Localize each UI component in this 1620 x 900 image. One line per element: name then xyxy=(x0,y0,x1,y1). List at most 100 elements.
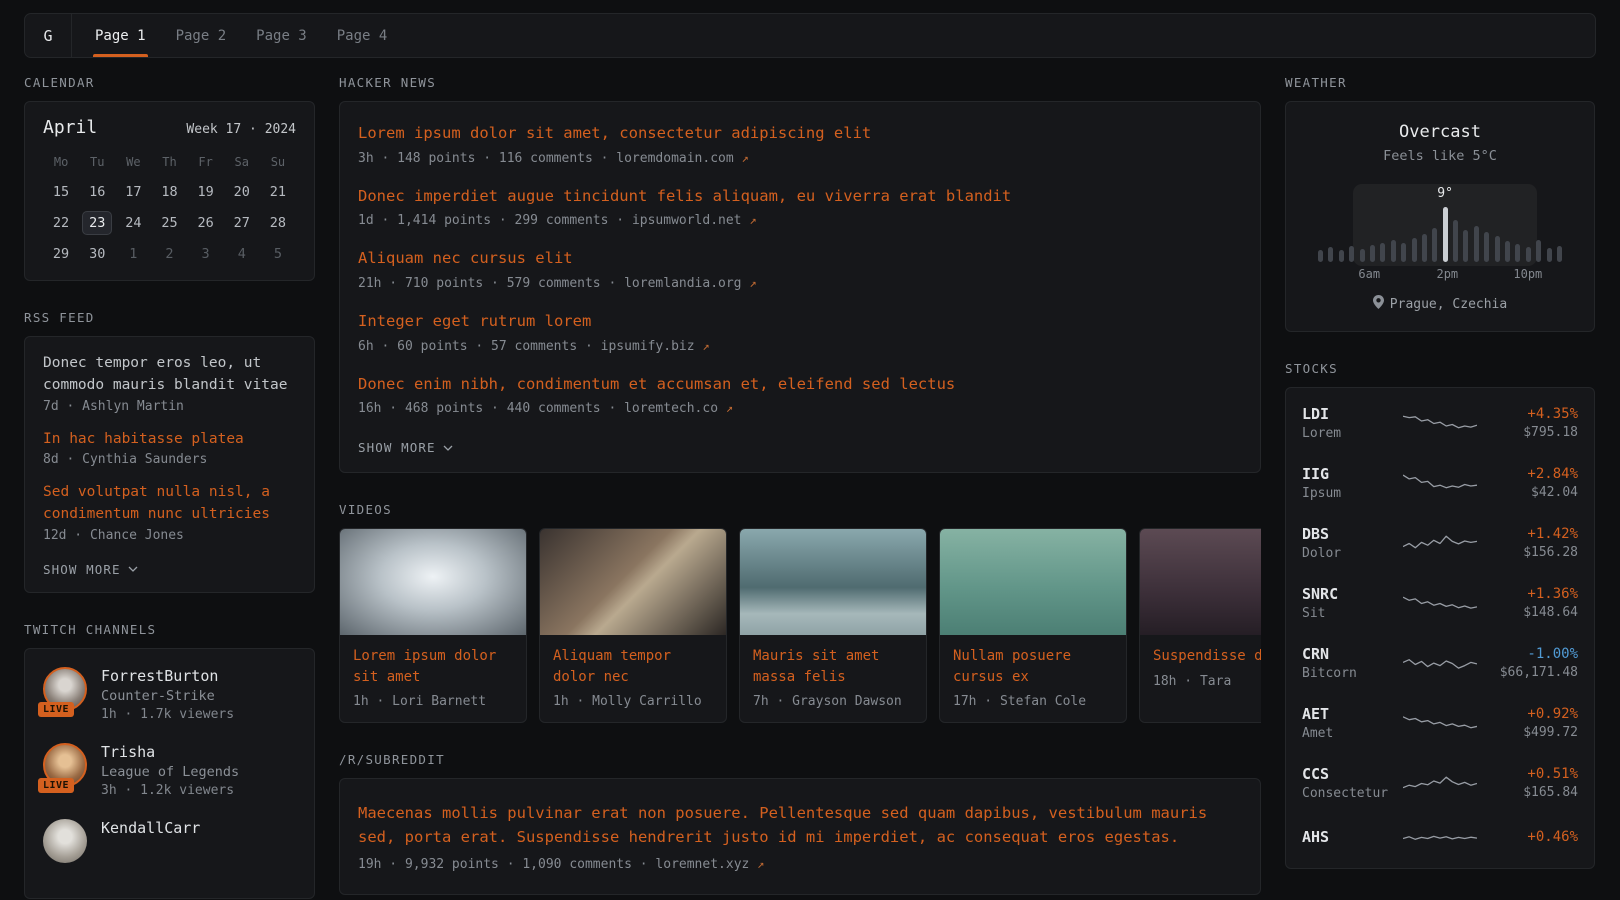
hn-item-title[interactable]: Integer eget rutrum lorem xyxy=(358,311,1242,333)
avatar: LIVE xyxy=(43,743,87,787)
stock-symbol: LDI xyxy=(1302,405,1398,423)
calendar-widget: CALENDAR April Week 17 · 2024 Mo Tu We T… xyxy=(24,75,315,281)
weather-bar xyxy=(1422,234,1427,262)
weather-bar xyxy=(1443,207,1448,262)
stock-name: Ipsum xyxy=(1302,486,1398,501)
hn-item-domain: ipsumworld.net xyxy=(632,213,742,228)
calendar-weekday: Tu xyxy=(79,151,115,173)
calendar-day: 16 xyxy=(82,180,112,204)
channel-name: KendallCarr xyxy=(101,819,200,837)
hn-item-meta: 16h · 468 points · 440 comments · loremt… xyxy=(358,401,1242,416)
video-card[interactable]: Lorem ipsum dolor sit amet consectetu… 1… xyxy=(339,528,527,723)
external-link-icon: ↗ xyxy=(726,401,733,415)
channel-meta: 3h · 1.2k viewers xyxy=(101,783,239,798)
hn-item-domain: ipsumify.biz xyxy=(601,339,695,354)
live-badge: LIVE xyxy=(38,778,74,793)
hn-item-stats: 3h · 148 points · 116 comments · xyxy=(358,151,616,166)
stock-numbers: +4.35% $795.18 xyxy=(1482,406,1578,440)
hn-item-domain-link[interactable]: loremlandia.org ↗ xyxy=(624,276,756,291)
twitch-channel[interactable]: LIVE Trisha League of Legends 3h · 1.2k … xyxy=(43,743,296,798)
tab-page-2[interactable]: Page 2 xyxy=(161,14,242,57)
calendar-header: April Week 17 · 2024 xyxy=(43,117,296,138)
calendar-day: 2 xyxy=(154,242,184,266)
video-thumbnail xyxy=(540,529,726,635)
stock-id: CRN Bitcorn xyxy=(1302,645,1398,681)
video-card[interactable]: Nullam posuere cursus ex 17h · Stefan Co… xyxy=(939,528,1127,723)
hn-item-title[interactable]: Donec imperdiet augue tincidunt felis al… xyxy=(358,186,1242,208)
twitch-channel[interactable]: LIVE ForrestBurton Counter-Strike 1h · 1… xyxy=(43,667,296,722)
tab-page-4[interactable]: Page 4 xyxy=(322,14,403,57)
stock-sparkline xyxy=(1403,650,1477,676)
hn-item-title[interactable]: Donec enim nibh, condimentum et accumsan… xyxy=(358,374,1242,396)
video-meta: 1h · Lori Barnett xyxy=(353,694,513,709)
calendar-day: 25 xyxy=(154,211,184,235)
video-body: Mauris sit amet massa felis 7h · Grayson… xyxy=(740,635,926,722)
weather-bar xyxy=(1339,250,1344,262)
calendar-weekday: Su xyxy=(260,151,296,173)
hn-show-more-button[interactable]: SHOW MORE xyxy=(358,440,453,455)
hn-item: Aliquam nec cursus elit 21h · 710 points… xyxy=(358,248,1242,291)
section-title-weather: WEATHER xyxy=(1285,75,1595,90)
calendar-day: 1 xyxy=(118,242,148,266)
weather-bar xyxy=(1495,236,1500,262)
reddit-post-meta: 19h · 9,932 points · 1,090 comments · lo… xyxy=(358,857,1242,872)
stock-price: $66,171.48 xyxy=(1482,665,1578,680)
video-card[interactable]: Aliquam tempor dolor nec pharetra… 1h · … xyxy=(539,528,727,723)
tab-page-1[interactable]: Page 1 xyxy=(80,14,161,57)
video-title: Mauris sit amet massa felis xyxy=(753,646,913,687)
stock-id: LDI Lorem xyxy=(1302,405,1398,441)
stock-change: -1.00% xyxy=(1482,646,1578,662)
weather-location-text: Prague, Czechia xyxy=(1390,297,1507,312)
hn-item-domain: loremtech.co xyxy=(624,401,718,416)
hn-item-domain-link[interactable]: loremdomain.com ↗ xyxy=(616,151,748,166)
hn-item-domain-link[interactable]: ipsumworld.net ↗ xyxy=(632,213,757,228)
calendar-grid: Mo Tu We Th Fr Sa Su 15 16 17 18 19 20 2… xyxy=(43,151,296,266)
channel-avatar-image xyxy=(43,819,87,863)
videos-widget: VIDEOS Lorem ipsum dolor sit amet consec… xyxy=(339,502,1261,723)
hn-item-title[interactable]: Lorem ipsum dolor sit amet, consectetur … xyxy=(358,123,1242,145)
stock-row: DBS Dolor +1.42% $156.28 xyxy=(1302,513,1578,573)
stock-row: AHS +0.46% xyxy=(1302,813,1578,863)
tab-page-3[interactable]: Page 3 xyxy=(241,14,322,57)
video-card[interactable]: Mauris sit amet massa felis 7h · Grayson… xyxy=(739,528,927,723)
rss-item-title[interactable]: In hac habitasse platea xyxy=(43,429,296,451)
rss-item-title[interactable]: Sed volutpat nulla nisl, a condimentum n… xyxy=(43,482,296,526)
stock-row: SNRC Sit +1.36% $148.64 xyxy=(1302,573,1578,633)
stock-price: $148.64 xyxy=(1482,605,1578,620)
rss-item-title[interactable]: Donec tempor eros leo, ut commodo mauris… xyxy=(43,353,296,397)
chevron-down-icon xyxy=(443,445,453,451)
hn-item-domain-link[interactable]: loremtech.co ↗ xyxy=(624,401,733,416)
calendar-day: 3 xyxy=(191,242,221,266)
weather-bar xyxy=(1474,226,1479,262)
hn-item-domain-link[interactable]: ipsumify.biz ↗ xyxy=(601,339,710,354)
video-body: Lorem ipsum dolor sit amet consectetu… 1… xyxy=(340,635,526,722)
reddit-post-title[interactable]: Maecenas mollis pulvinar erat non posuer… xyxy=(358,801,1242,849)
stock-name: Lorem xyxy=(1302,426,1398,441)
stock-sparkline xyxy=(1403,710,1477,736)
stock-symbol: CRN xyxy=(1302,645,1398,663)
video-thumbnail xyxy=(1140,529,1261,635)
video-thumbnail xyxy=(740,529,926,635)
top-navigation: G Page 1 Page 2 Page 3 Page 4 xyxy=(24,13,1596,58)
external-link-icon: ↗ xyxy=(702,339,709,353)
video-card[interactable]: Suspendisse diam 18h · Tara xyxy=(1139,528,1261,723)
section-title-hacker-news: HACKER NEWS xyxy=(339,75,1261,90)
weather-bar xyxy=(1505,241,1510,262)
reddit-post-domain-link[interactable]: loremnet.xyz ↗ xyxy=(655,857,764,872)
stock-name: Amet xyxy=(1302,726,1398,741)
weather-bar xyxy=(1391,240,1396,262)
twitch-channel[interactable]: KendallCarr xyxy=(43,819,296,863)
rss-show-more-button[interactable]: SHOW MORE xyxy=(43,562,138,577)
stock-id: SNRC Sit xyxy=(1302,585,1398,621)
video-meta: 17h · Stefan Cole xyxy=(953,694,1113,709)
weather-widget: WEATHER Overcast Feels like 5°C 9° 6am 2… xyxy=(1285,75,1595,332)
hn-item-title[interactable]: Aliquam nec cursus elit xyxy=(358,248,1242,270)
calendar-day: 29 xyxy=(46,242,76,266)
stock-row: CRN Bitcorn -1.00% $66,171.48 xyxy=(1302,633,1578,693)
rss-item-meta: 8d · Cynthia Saunders xyxy=(43,452,296,467)
weather-card: Overcast Feels like 5°C 9° 6am 2pm 10pm xyxy=(1285,101,1595,332)
calendar-day: 21 xyxy=(263,180,293,204)
rss-item: Donec tempor eros leo, ut commodo mauris… xyxy=(43,353,296,414)
subreddit-card: Maecenas mollis pulvinar erat non posuer… xyxy=(339,778,1261,895)
stock-id: AHS xyxy=(1302,828,1398,849)
